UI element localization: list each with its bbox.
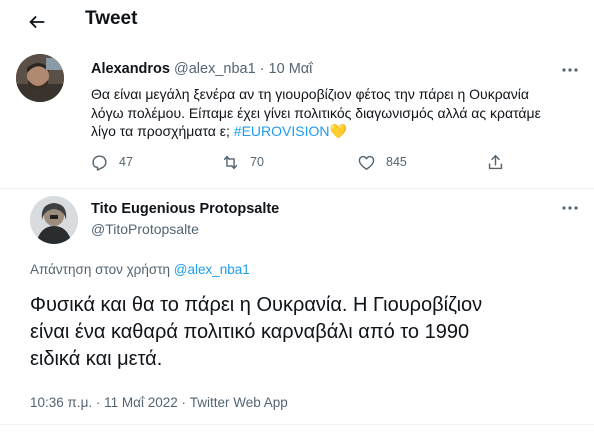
avatar-photo-icon bbox=[30, 196, 78, 244]
tweet-text-line: είναι ένα καθαρά πολιτικό καρναβάλι από … bbox=[30, 321, 470, 343]
retweet-count: 70 bbox=[250, 155, 264, 169]
back-button[interactable] bbox=[22, 7, 52, 37]
tweet-date[interactable]: 10 Μαΐ bbox=[269, 61, 313, 77]
heart-icon bbox=[358, 155, 375, 170]
meta-separator: · bbox=[255, 61, 269, 77]
tweet-source[interactable]: Twitter Web App bbox=[190, 395, 288, 410]
more-options-button[interactable] bbox=[560, 60, 580, 80]
like-count: 845 bbox=[386, 155, 407, 169]
tweet-time[interactable]: 10:36 π.μ. bbox=[30, 395, 92, 410]
avatar-photo-icon bbox=[16, 54, 64, 102]
retweet-button[interactable]: 70 bbox=[221, 152, 264, 172]
retweet-icon bbox=[223, 155, 238, 169]
reply-prefix: Απάντηση στον χρήστη bbox=[30, 262, 174, 277]
top-bar: Tweet bbox=[0, 0, 594, 42]
avatar[interactable] bbox=[30, 196, 78, 244]
reply-count: 47 bbox=[119, 155, 133, 169]
share-icon bbox=[488, 154, 503, 169]
tweet-timestamp: 10:36 π.μ. · 11 Μαΐ 2022 · Twitter Web A… bbox=[30, 395, 288, 410]
more-dots-icon bbox=[562, 68, 578, 72]
main-tweet-text: Φυσικά και θα το πάρει η Ουκρανία. Η Γιο… bbox=[30, 292, 575, 373]
author-handle[interactable]: @TitoProtopsalte bbox=[91, 221, 199, 237]
tweet-text: Θα είναι μεγάλη ξενέρα αν τη γιουροβίζιο… bbox=[91, 85, 581, 141]
meta-separator: · bbox=[177, 395, 190, 410]
divider bbox=[0, 188, 594, 189]
tweet-text-line: λίγο τα προσχήματα ε; #EUROVISION💛 bbox=[91, 122, 581, 141]
back-arrow-icon bbox=[29, 15, 45, 29]
tweet-full-date[interactable]: 11 Μαΐ 2022 bbox=[104, 395, 178, 410]
reply-icon bbox=[92, 154, 107, 171]
hashtag-link[interactable]: #EUROVISION bbox=[234, 123, 330, 139]
reply-button[interactable]: 47 bbox=[90, 152, 133, 172]
more-options-button[interactable] bbox=[560, 198, 580, 218]
tweet-text-line: Θα είναι μεγάλη ξενέρα αν τη γιουροβίζιο… bbox=[91, 86, 529, 102]
replying-to: Απάντηση στον χρήστη @alex_nba1 bbox=[30, 262, 250, 277]
tweet-text-line: Φυσικά και θα το πάρει η Ουκρανία. Η Γιο… bbox=[30, 294, 483, 316]
author-line: Alexandros @alex_nba1 · 10 Μαΐ bbox=[91, 61, 312, 77]
avatar[interactable] bbox=[16, 54, 64, 102]
reply-handle-link[interactable]: @alex_nba1 bbox=[174, 262, 250, 277]
heart-emoji: 💛 bbox=[329, 123, 347, 139]
share-button[interactable] bbox=[486, 152, 515, 172]
page-title: Tweet bbox=[85, 8, 138, 29]
tweet-text-line: λόγω πολέμου. Είπαμε έχει γίνει πολιτικό… bbox=[91, 104, 541, 121]
author-handle[interactable]: @alex_nba1 bbox=[174, 61, 256, 77]
divider bbox=[0, 424, 594, 425]
meta-separator: · bbox=[92, 395, 105, 410]
author-name[interactable]: Tito Eugenious Protopsalte bbox=[91, 201, 279, 217]
tweet-text-line: ειδικά και μετά. bbox=[30, 348, 163, 370]
tweet-text-fragment: λίγο τα προσχήματα ε; bbox=[91, 123, 230, 139]
more-dots-icon bbox=[562, 206, 578, 210]
like-button[interactable]: 845 bbox=[357, 152, 407, 172]
author-name[interactable]: Alexandros bbox=[91, 61, 170, 77]
